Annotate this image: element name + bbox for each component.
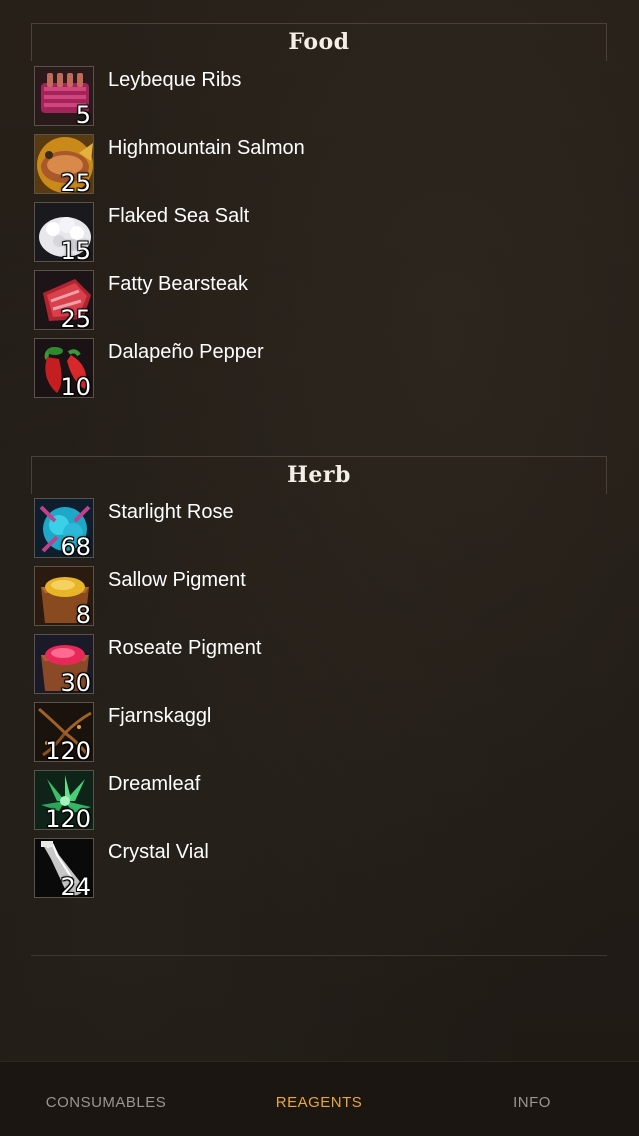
- item-name: Roseate Pigment: [108, 637, 262, 659]
- list-item[interactable]: 30 Roseate Pigment: [34, 634, 594, 696]
- dreamleaf-icon: 120: [34, 770, 94, 830]
- starlight-rose-icon: 68: [34, 498, 94, 558]
- fjarnskaggl-icon: 120: [34, 702, 94, 762]
- item-name: Highmountain Salmon: [108, 137, 305, 159]
- bearsteak-icon: 25: [34, 270, 94, 330]
- item-name: Fjarnskaggl: [108, 705, 212, 727]
- item-count: 68: [60, 533, 91, 558]
- item-name: Crystal Vial: [108, 841, 209, 863]
- tab-bar: CONSUMABLES REAGENTS INFO: [0, 1061, 639, 1136]
- list-item[interactable]: 5 Leybeque Ribs: [34, 66, 594, 128]
- section-title: Herb: [287, 462, 351, 488]
- list-item[interactable]: 15 Flaked Sea Salt: [34, 202, 594, 264]
- item-name: Starlight Rose: [108, 501, 234, 523]
- item-name: Dreamleaf: [108, 773, 201, 795]
- tab-consumables[interactable]: CONSUMABLES: [26, 1094, 186, 1111]
- item-count: 25: [60, 169, 91, 194]
- item-name: Sallow Pigment: [108, 569, 246, 591]
- list-item[interactable]: 10 Dalapeño Pepper: [34, 338, 594, 400]
- list-item[interactable]: 68 Starlight Rose: [34, 498, 594, 560]
- item-count: 25: [60, 305, 91, 330]
- crystal-vial-icon: 24: [34, 838, 94, 898]
- item-count: 8: [75, 601, 91, 626]
- salmon-icon: 25: [34, 134, 94, 194]
- item-count: 30: [60, 669, 91, 694]
- roseate-pigment-icon: 30: [34, 634, 94, 694]
- item-count: 120: [45, 737, 91, 762]
- ribs-icon: 5: [34, 66, 94, 126]
- item-name: Flaked Sea Salt: [108, 205, 250, 227]
- section-header: Food: [31, 23, 607, 61]
- item-count: 15: [60, 237, 91, 262]
- item-count: 24: [60, 873, 91, 898]
- tab-info[interactable]: INFO: [452, 1094, 612, 1111]
- divider: [31, 955, 607, 956]
- item-name: Fatty Bearsteak: [108, 273, 249, 295]
- pepper-icon: 10: [34, 338, 94, 398]
- sallow-pigment-icon: 8: [34, 566, 94, 626]
- list-item[interactable]: 24 Crystal Vial: [34, 838, 594, 900]
- list-item[interactable]: 8 Sallow Pigment: [34, 566, 594, 628]
- salt-icon: 15: [34, 202, 94, 262]
- item-count: 120: [45, 805, 91, 830]
- section-header: Herb: [31, 456, 607, 494]
- list-item[interactable]: 25 Highmountain Salmon: [34, 134, 594, 196]
- list-item[interactable]: 25 Fatty Bearsteak: [34, 270, 594, 332]
- item-name: Leybeque Ribs: [108, 69, 242, 91]
- list-item[interactable]: 120 Fjarnskaggl: [34, 702, 594, 764]
- list-item[interactable]: 120 Dreamleaf: [34, 770, 594, 832]
- item-count: 5: [75, 101, 91, 126]
- section-title: Food: [288, 29, 350, 55]
- item-name: Dalapeño Pepper: [108, 341, 264, 363]
- item-count: 10: [60, 373, 91, 398]
- tab-reagents[interactable]: REAGENTS: [239, 1094, 399, 1111]
